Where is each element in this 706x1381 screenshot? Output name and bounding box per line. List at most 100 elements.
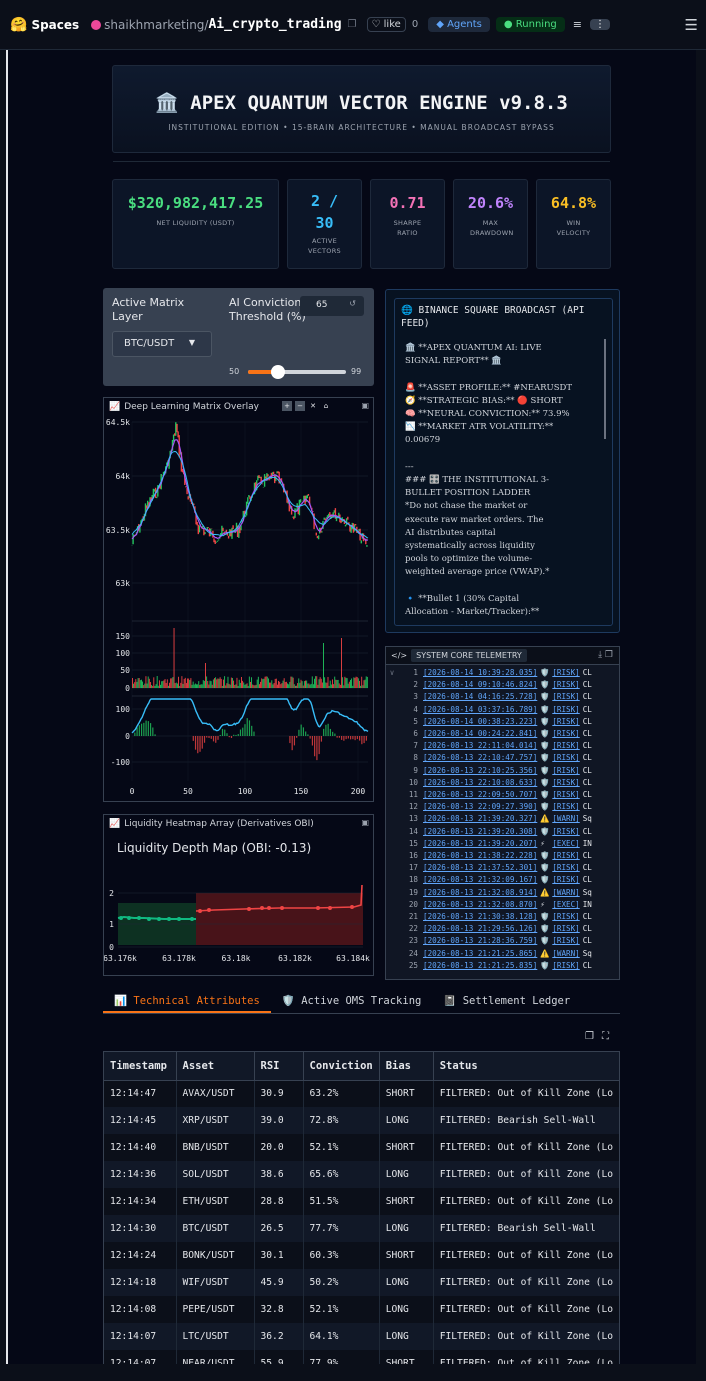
metric-win-velocity: 64.8% WIN VELOCITY bbox=[536, 179, 611, 269]
copy-icon[interactable]: ❐ bbox=[348, 19, 357, 30]
log-level: [RISK] bbox=[552, 692, 580, 702]
copy-icon[interactable]: ❐ bbox=[585, 1031, 602, 1042]
table-cell: 45.9 bbox=[254, 1269, 304, 1296]
column-header[interactable]: Status bbox=[433, 1052, 619, 1081]
hamburger-menu-icon[interactable]: ☰ bbox=[685, 16, 698, 34]
fold-icon bbox=[386, 691, 398, 703]
matrix-chart-svg[interactable]: 64.5k 64k 63.5k 63k 150 100 50 0 100 0 -100 0 50 100 1… bbox=[104, 416, 373, 801]
column-header[interactable]: Asset bbox=[176, 1052, 255, 1081]
telemetry-row: 12 [2026-08-13 22:09:27.390] 🛡️ [RISK] CL bbox=[386, 801, 619, 813]
log-timestamp: [2026-08-13 22:09:50.707] bbox=[423, 790, 538, 800]
logs-icon[interactable]: ≡ bbox=[573, 18, 582, 31]
table-row[interactable]: 12:14:07 NEAR/USDT 55.9 77.9% SHORT FILTERED:… bbox=[104, 1350, 619, 1364]
fullscreen-icon[interactable]: ⛶ bbox=[602, 1031, 617, 1042]
download-plot-icon[interactable]: ▣ bbox=[361, 401, 369, 410]
volume-bar bbox=[345, 677, 347, 688]
histogram-bar bbox=[152, 727, 154, 736]
zoom-out-icon[interactable]: − bbox=[295, 401, 305, 411]
threshold-number-input[interactable]: 65 ↺ bbox=[300, 296, 364, 316]
volume-bar bbox=[172, 677, 174, 688]
column-header[interactable]: Bias bbox=[379, 1052, 434, 1081]
chart-toolbar: + − ✕ ⌂ bbox=[282, 401, 331, 411]
table-row[interactable]: 12:14:07 LTC/USDT 36.2 64.1% LONG FILTERED: O… bbox=[104, 1323, 619, 1350]
table-row[interactable]: 12:14:45 XRP/USDT 39.0 72.8% LONG FILTERED: B… bbox=[104, 1107, 619, 1134]
volume-tick-label: 150 bbox=[116, 632, 131, 641]
repo-name[interactable]: Ai_crypto_trading bbox=[208, 17, 341, 32]
metric-active-vectors: 2 / 30 ACTIVE VECTORS bbox=[287, 179, 362, 269]
like-button[interactable]: ♡ like bbox=[366, 17, 406, 32]
autoscale-icon[interactable]: ✕ bbox=[308, 401, 318, 411]
column-header[interactable]: Timestamp bbox=[104, 1052, 177, 1081]
table-row[interactable]: 12:14:47 AVAX/USDT 30.9 63.2% SHORT FILTERED:… bbox=[104, 1080, 619, 1107]
volume-bar bbox=[294, 685, 296, 688]
volume-bar bbox=[334, 676, 336, 688]
broadcast-scrollbar[interactable] bbox=[604, 339, 606, 439]
log-level: [RISK] bbox=[552, 668, 580, 677]
volume-bar bbox=[203, 680, 205, 688]
line-number: 21 bbox=[408, 912, 418, 922]
column-header[interactable]: Conviction bbox=[303, 1052, 380, 1081]
broadcast-feed[interactable]: 🌐 BINANCE SQUARE BROADCAST (API FEED) 🏛️… bbox=[394, 298, 613, 626]
histogram-bar bbox=[336, 736, 338, 738]
matrix-layer-select[interactable]: BTC/USDT ▼ bbox=[112, 331, 212, 357]
volume-bar bbox=[241, 676, 242, 688]
technical-attributes-table[interactable]: Timestamp Asset RSI Conviction Bias Status 12… bbox=[103, 1051, 620, 1364]
telemetry-row: 4 [2026-08-14 03:37:16.789] 🛡️ [RISK] CL bbox=[386, 704, 619, 716]
volume-bar bbox=[276, 684, 278, 688]
table-row[interactable]: 12:14:36 SOL/USDT 38.6 65.6% LONG FILTERED: O… bbox=[104, 1161, 619, 1188]
histogram-bar bbox=[311, 736, 314, 746]
slider-handle[interactable] bbox=[271, 365, 286, 379]
table-row[interactable]: 12:14:24 BONK/USDT 30.1 60.3% SHORT FILTERED:… bbox=[104, 1242, 619, 1269]
table-row[interactable]: 12:14:18 WIF/USDT 45.9 50.2% LONG FILTERED: O… bbox=[104, 1269, 619, 1296]
spaces-link[interactable]: Spaces bbox=[31, 18, 79, 32]
tab-settlement-ledger[interactable]: 📓 Settlement Ledger bbox=[432, 988, 581, 1013]
volume-bar bbox=[227, 676, 229, 688]
volume-bar bbox=[290, 676, 292, 688]
volume-bar bbox=[135, 679, 137, 688]
metric-label: SHARPE RATIO bbox=[393, 219, 422, 237]
download-plot-icon[interactable]: ▣ bbox=[361, 818, 369, 827]
zoom-in-icon[interactable]: + bbox=[282, 401, 292, 411]
depth-point bbox=[147, 917, 151, 921]
table-row[interactable]: 12:14:40 BNB/USDT 20.0 52.1% SHORT FILTERED: … bbox=[104, 1134, 619, 1161]
volume-bar bbox=[326, 682, 328, 688]
download-copy-icons[interactable]: ⤓ ❐ bbox=[598, 650, 613, 660]
owner-link[interactable]: shaikhmarketing/ bbox=[104, 18, 208, 32]
metric-label: NET LIQUIDITY (USDT) bbox=[156, 219, 235, 227]
table-cell: 12:14:34 bbox=[104, 1188, 177, 1215]
histogram-bar bbox=[332, 731, 334, 736]
reset-icon[interactable]: ↺ bbox=[349, 299, 356, 308]
fold-icon bbox=[386, 899, 398, 911]
table-row[interactable]: 12:14:34 ETH/USDT 28.8 51.5% SHORT FILTERED: … bbox=[104, 1188, 619, 1215]
histogram-bar bbox=[323, 728, 325, 736]
hugging-face-logo-icon[interactable]: 🤗 bbox=[10, 17, 27, 33]
table-row[interactable]: 12:14:08 PEPE/USDT 32.8 52.1% LONG FILTERED: … bbox=[104, 1296, 619, 1323]
log-level-icon: 🛡️ bbox=[540, 741, 550, 751]
volume-bar bbox=[302, 685, 304, 688]
volume-bar bbox=[309, 684, 311, 688]
telemetry-row: 20 [2026-08-13 21:32:08.870] ⚡ [EXEC] IN bbox=[386, 899, 619, 911]
table-cell: SHORT bbox=[379, 1242, 434, 1269]
running-status-badge[interactable]: ● Running bbox=[495, 17, 565, 32]
fold-icon bbox=[386, 838, 398, 850]
column-header[interactable]: RSI bbox=[254, 1052, 304, 1081]
agents-button[interactable]: ◆ Agents bbox=[428, 17, 490, 32]
volume-bar bbox=[317, 684, 319, 688]
volume-bar bbox=[205, 663, 206, 688]
telemetry-row: 15 [2026-08-13 21:39:20.207] ⚡ [EXEC] IN bbox=[386, 838, 619, 850]
threshold-slider[interactable] bbox=[248, 365, 346, 379]
volume-bar bbox=[318, 679, 320, 688]
table-row[interactable]: 12:14:30 BTC/USDT 26.5 77.7% LONG FILTERED: B… bbox=[104, 1215, 619, 1242]
heatmap-chart-svg[interactable]: 2 1 0 63.176k 63.178k 63.18k 63.182k 63.184k bbox=[104, 863, 373, 975]
histogram-bar bbox=[212, 736, 215, 742]
volume-bar bbox=[307, 683, 309, 688]
telemetry-log[interactable]: ∨ 1 [2026-08-14 10:39:28.035] 🛡️ [RISK] CL 2 [2… bbox=[386, 665, 619, 972]
tab-active-oms-tracking[interactable]: 🛡️ Active OMS Tracking bbox=[271, 988, 433, 1013]
more-options-icon[interactable]: ⋮ bbox=[589, 19, 610, 30]
home-icon[interactable]: ⌂ bbox=[321, 401, 331, 411]
volume-bar bbox=[151, 685, 153, 688]
tab-technical-attributes[interactable]: 📊 Technical Attributes bbox=[103, 988, 271, 1013]
app-container: 🏛️ APEX QUANTUM VECTOR ENGINE v9.8.3 INS… bbox=[6, 50, 696, 1364]
histogram-bar bbox=[221, 728, 224, 736]
volume-bar bbox=[180, 682, 182, 688]
